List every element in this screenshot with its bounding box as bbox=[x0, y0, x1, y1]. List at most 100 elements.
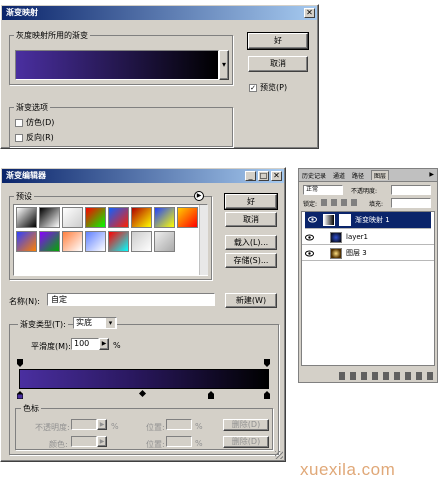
presets-scrollbar[interactable] bbox=[199, 205, 208, 275]
new-button[interactable]: 新建(W) bbox=[225, 293, 277, 308]
layer-name: 渐变映射 1 bbox=[355, 216, 390, 224]
gradient-editor-titlebar: 渐变编辑器 bbox=[2, 169, 284, 183]
preset-swatch[interactable] bbox=[131, 207, 152, 228]
gradient-map-preview-bar[interactable] bbox=[15, 50, 219, 80]
stop-color-arrow[interactable]: ▶ bbox=[97, 436, 107, 447]
layer-thumbnail bbox=[330, 232, 342, 243]
cancel-button[interactable]: 取消 bbox=[248, 56, 308, 72]
name-input[interactable]: 自定 bbox=[47, 293, 215, 306]
preset-swatch[interactable] bbox=[108, 207, 129, 228]
opacity-stop-right[interactable] bbox=[264, 359, 270, 367]
minimize-icon[interactable]: _ bbox=[245, 171, 256, 181]
preview-check-icon: ✓ bbox=[249, 83, 257, 92]
gradient-editor-dialog: 渐变编辑器 _ □ ✕ 预设 ▶ 好 取消 载入(L)... 存储(S)... … bbox=[0, 167, 286, 462]
tab-layers[interactable]: 图层 bbox=[371, 170, 390, 180]
preset-swatch[interactable] bbox=[154, 231, 175, 252]
stop-color-swatch[interactable] bbox=[71, 436, 97, 447]
layer-row-gradient-map[interactable]: 渐变映射 1 bbox=[305, 212, 431, 229]
gradient-options-label: 渐变选项 bbox=[14, 102, 50, 113]
gradient-type-select[interactable]: 实底 ▾ bbox=[73, 317, 117, 329]
watermark-text: xuexila.com bbox=[300, 460, 396, 479]
eye-icon[interactable] bbox=[308, 215, 317, 224]
preset-swatch[interactable] bbox=[62, 231, 83, 252]
ok-button[interactable]: 好 bbox=[224, 193, 278, 210]
maximize-icon[interactable]: □ bbox=[258, 171, 269, 181]
lock-label: 锁定: bbox=[303, 201, 318, 208]
chevron-down-icon: ▾ bbox=[106, 318, 115, 328]
eye-icon[interactable] bbox=[305, 249, 314, 258]
delete-color-stop-button[interactable]: 删除(D) bbox=[223, 436, 269, 448]
name-label: 名称(N): bbox=[9, 297, 40, 306]
color-stops-label: 色标 bbox=[21, 403, 41, 414]
stop-opacity-pct: % bbox=[111, 422, 119, 431]
preset-swatch[interactable] bbox=[85, 207, 106, 228]
reverse-label: 反向(R) bbox=[26, 133, 54, 142]
preset-swatch[interactable] bbox=[85, 231, 106, 252]
panel-menu-icon[interactable]: ▶ bbox=[429, 171, 434, 178]
preview-checkbox[interactable]: ✓ 预览(P) bbox=[249, 82, 287, 93]
fill-input[interactable] bbox=[391, 198, 431, 208]
close-icon[interactable]: ✕ bbox=[271, 171, 282, 181]
preview-label: 预览(P) bbox=[260, 83, 288, 92]
layer-name: layer1 bbox=[346, 233, 369, 241]
gradient-editor-title: 渐变编辑器 bbox=[6, 171, 46, 180]
preset-swatch[interactable] bbox=[131, 231, 152, 252]
preset-swatch[interactable] bbox=[39, 231, 60, 252]
tab-history[interactable]: 历史记录 bbox=[302, 171, 326, 180]
reverse-checkbox[interactable]: 反向(R) bbox=[15, 132, 54, 143]
opacity-stop-left[interactable] bbox=[17, 359, 23, 367]
tab-paths[interactable]: 路径 bbox=[352, 171, 364, 180]
ok-button[interactable]: 好 bbox=[247, 32, 309, 50]
stop-color-location-input[interactable] bbox=[166, 436, 192, 447]
blend-mode-select[interactable]: 正常 bbox=[303, 185, 343, 195]
preset-swatch[interactable] bbox=[154, 207, 175, 228]
layer-mask-thumbnail bbox=[339, 214, 351, 226]
cancel-button[interactable]: 取消 bbox=[225, 212, 277, 227]
gradient-bar[interactable] bbox=[19, 369, 269, 389]
presets-menu-icon[interactable]: ▶ bbox=[194, 191, 204, 201]
stop-color-location-pct: % bbox=[195, 439, 203, 448]
gradient-type-label: 渐变类型(T): bbox=[18, 319, 68, 330]
color-stop-left[interactable] bbox=[16, 391, 24, 400]
smoothness-arrow-button[interactable]: ▶ bbox=[99, 338, 109, 350]
preset-swatch[interactable] bbox=[177, 207, 198, 228]
layer-row-layer1[interactable]: layer1 bbox=[302, 230, 434, 245]
preset-swatch[interactable] bbox=[62, 207, 83, 228]
layer-row-layer3[interactable]: 图层 3 bbox=[302, 246, 434, 261]
smoothness-label: 平滑度(M): bbox=[31, 342, 71, 351]
lock-icons[interactable] bbox=[321, 199, 361, 206]
color-stop-right[interactable] bbox=[207, 391, 215, 400]
panel-tab-bar: 历史记录 通道 路径 图层 ▶ bbox=[299, 169, 437, 182]
dither-checkbox[interactable]: 仿色(D) bbox=[15, 117, 54, 128]
stop-opacity-input[interactable] bbox=[71, 419, 97, 430]
color-stop-end[interactable] bbox=[263, 391, 271, 400]
close-icon[interactable]: ✕ bbox=[304, 8, 315, 18]
resize-grip-icon[interactable] bbox=[275, 451, 283, 459]
preset-swatch[interactable] bbox=[16, 231, 37, 252]
preset-swatch[interactable] bbox=[39, 207, 60, 228]
save-button[interactable]: 存储(S)... bbox=[225, 253, 277, 268]
preset-swatch[interactable] bbox=[16, 207, 37, 228]
eye-icon[interactable] bbox=[305, 233, 314, 242]
load-button[interactable]: 载入(L)... bbox=[225, 235, 277, 250]
layer-thumbnail bbox=[330, 248, 342, 259]
presets-label: 预设 bbox=[14, 191, 34, 202]
tab-channels[interactable]: 通道 bbox=[333, 171, 345, 180]
gradient-map-title: 渐变映射 bbox=[6, 8, 38, 17]
stop-opacity-location-pct: % bbox=[195, 422, 203, 431]
gradient-dropdown-button[interactable]: ▾ bbox=[219, 50, 229, 80]
blend-mode-value: 正常 bbox=[306, 186, 319, 193]
stop-opacity-label: 不透明度: bbox=[35, 423, 70, 432]
delete-opacity-stop-button[interactable]: 删除(D) bbox=[223, 419, 269, 431]
gradient-type-value: 实底 bbox=[76, 318, 92, 327]
smoothness-input[interactable]: 100 bbox=[71, 338, 99, 350]
layers-list: 渐变映射 1 layer1 图层 3 bbox=[301, 211, 435, 366]
preset-swatch[interactable] bbox=[108, 231, 129, 252]
dither-label: 仿色(D) bbox=[26, 118, 55, 127]
opacity-input[interactable] bbox=[391, 185, 431, 195]
stop-opacity-arrow[interactable]: ▶ bbox=[97, 419, 107, 430]
stop-color-label: 颜色: bbox=[49, 440, 68, 449]
stop-opacity-location-input[interactable] bbox=[166, 419, 192, 430]
panel-bottom-toolbar[interactable] bbox=[339, 372, 435, 380]
stop-color-location-label: 位置: bbox=[146, 440, 165, 449]
